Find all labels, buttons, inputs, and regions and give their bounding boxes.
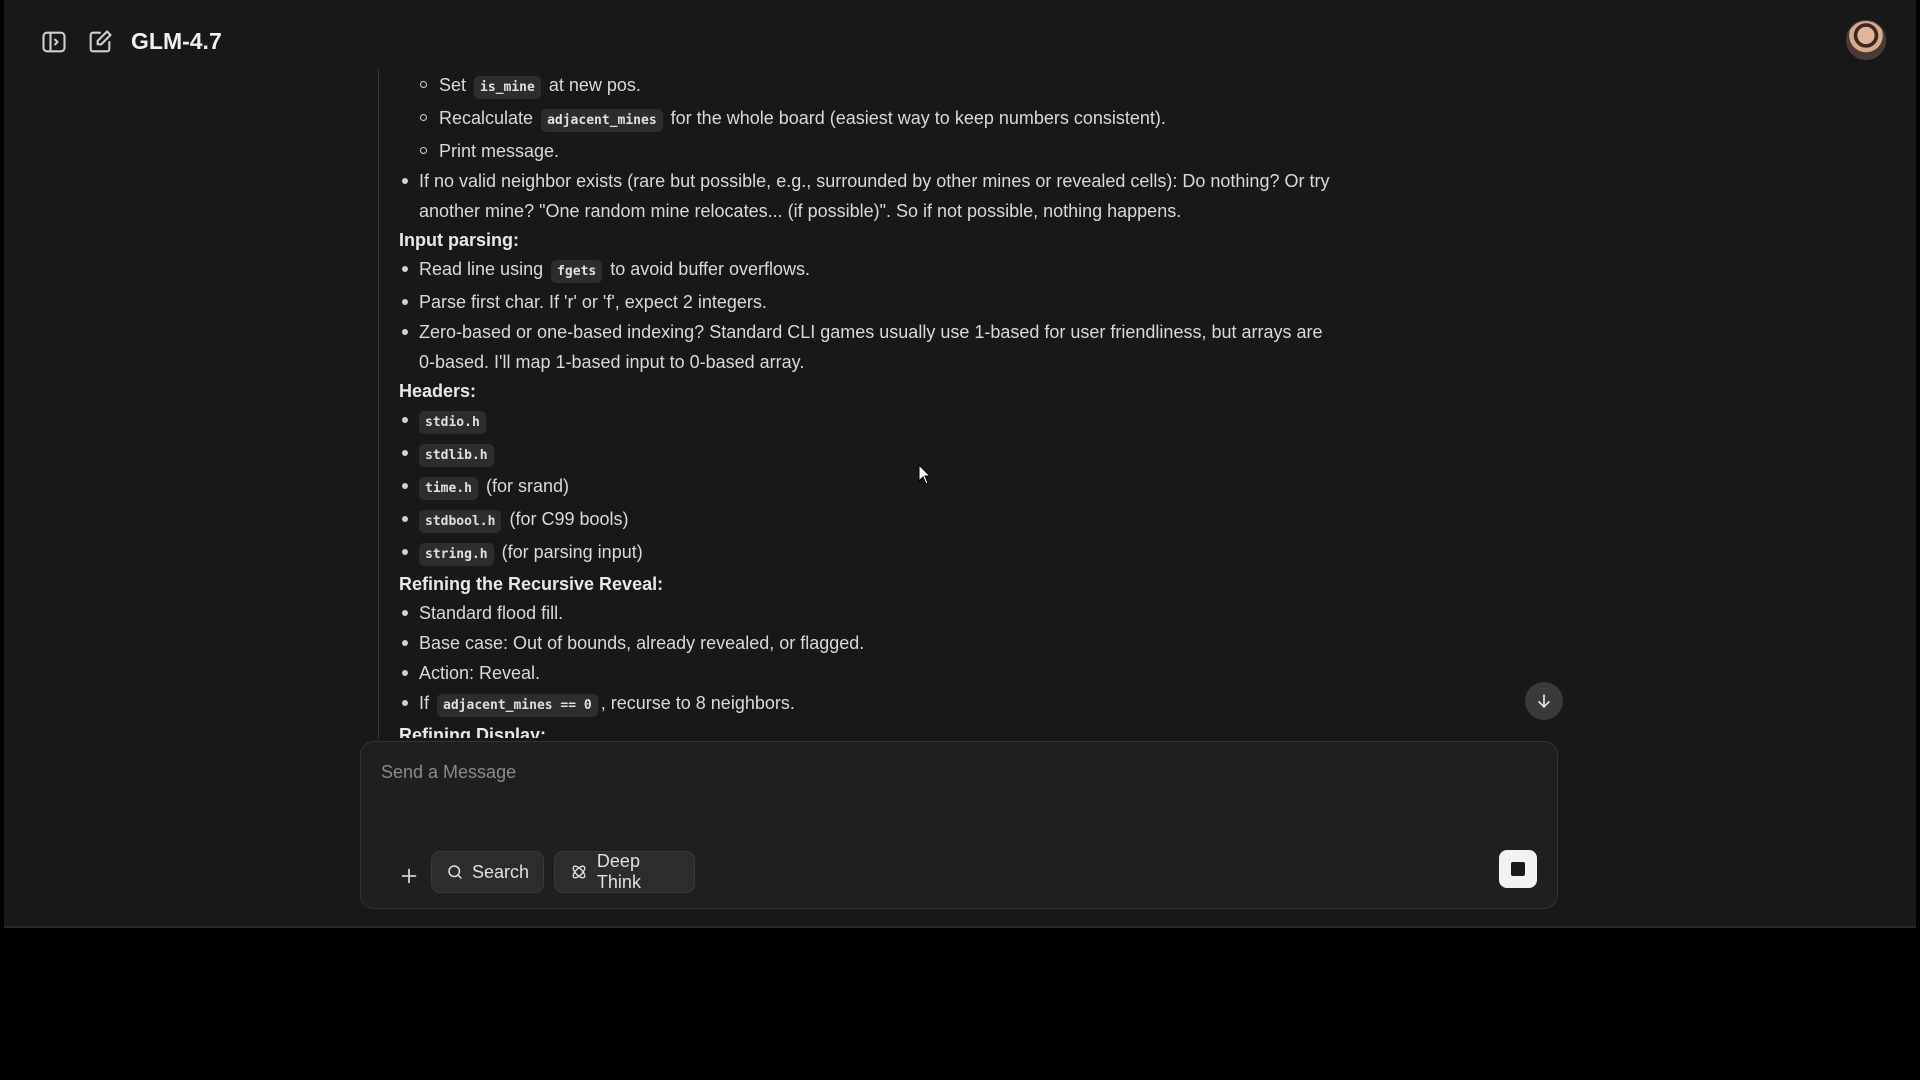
arrow-down-icon [1538, 694, 1550, 708]
item-text: Set [439, 75, 467, 95]
list-item: Read line using fgets to avoid buffer ov… [399, 254, 1339, 287]
list-item: Zero-based or one-based indexing? Standa… [399, 317, 1339, 377]
inline-code: stdio.h [419, 411, 486, 434]
message-input[interactable] [379, 760, 1533, 824]
inline-code: stdbool.h [419, 510, 502, 533]
section-heading: Headers: [399, 381, 477, 401]
item-text: If no valid neighbor exists (rare but po… [419, 171, 1330, 221]
list-item: stdio.h [399, 405, 1339, 438]
item-text: Parse first char. If 'r' or 'f', expect … [419, 292, 767, 312]
message-composer: Search Deep Think [360, 741, 1558, 909]
inline-code: stdlib.h [419, 444, 494, 467]
deep-think-button[interactable]: Deep Think [554, 851, 695, 893]
item-text: Zero-based or one-based indexing? Standa… [419, 322, 1323, 372]
model-selector[interactable]: GLM-4.7 [131, 28, 222, 55]
list-item: stdbool.h (for C99 bools) [399, 504, 1339, 537]
list-item: string.h (for parsing input) [399, 537, 1339, 570]
item-text: (for parsing input) [501, 542, 643, 562]
section-heading: Input parsing: [399, 230, 519, 250]
item-text: , recurse to 8 neighbors. [600, 693, 795, 713]
list-item: If no valid neighbor exists (rare but po… [399, 166, 1339, 226]
sub-list: Set is_mine at new pos. Recalculate adja… [399, 70, 1339, 226]
list-item: stdlib.h [399, 438, 1339, 471]
list-item: Parse first char. If 'r' or 'f', expect … [399, 287, 1339, 317]
inline-code: adjacent_mines == 0 [437, 694, 598, 717]
item-text: (for C99 bools) [509, 509, 629, 529]
atom-icon [572, 865, 586, 879]
item-text: Action: Reveal. [419, 663, 541, 683]
headers-list: stdio.h stdlib.h time.h (for srand) stdb… [399, 405, 1339, 570]
search-icon [448, 865, 462, 879]
search-label: Search [471, 861, 529, 882]
deep-think-label: Deep Think [596, 851, 641, 892]
add-attachment-button[interactable] [391, 858, 427, 894]
list-item: Action: Reveal. [399, 658, 1339, 688]
section-heading: Refining Display: [399, 725, 547, 738]
section-heading: Refining the Recursive Reveal: [399, 574, 664, 594]
item-text: Print message. [439, 141, 560, 161]
item-text: to avoid buffer overflows. [610, 259, 811, 279]
chat-thread[interactable]: Set is_mine at new pos. Recalculate adja… [378, 70, 1359, 738]
input-parsing-list: Read line using fgets to avoid buffer ov… [399, 254, 1339, 377]
item-text: for the whole board (easiest way to keep… [670, 108, 1166, 128]
list-item: If adjacent_mines == 0, recurse to 8 nei… [399, 688, 1339, 721]
item-text: Base case: Out of bounds, already reveal… [419, 633, 865, 653]
scroll-to-bottom-button[interactable] [1525, 682, 1563, 720]
mouse-cursor-icon [918, 464, 932, 485]
user-avatar[interactable] [1846, 20, 1886, 60]
inline-code: fgets [551, 260, 603, 283]
list-item: Set is_mine at new pos. [399, 70, 1339, 103]
list-item: Base case: Out of bounds, already reveal… [399, 628, 1339, 658]
list-item: Print message. [399, 136, 1339, 166]
item-text: at new pos. [548, 75, 641, 95]
search-button[interactable]: Search [431, 851, 544, 893]
item-text: Recalculate [439, 108, 534, 128]
inline-code: is_mine [474, 76, 541, 99]
stop-generation-button[interactable] [1499, 850, 1537, 888]
item-text: Read line using [419, 259, 544, 279]
list-item: Recalculate adjacent_mines for the whole… [399, 103, 1339, 136]
inline-code: string.h [419, 543, 494, 566]
list-item: time.h (for srand) [399, 471, 1339, 504]
sidebar-toggle-icon[interactable] [38, 26, 70, 58]
assistant-message: Set is_mine at new pos. Recalculate adja… [399, 70, 1339, 738]
stop-icon [1511, 862, 1525, 876]
item-text: If [419, 693, 430, 713]
list-item: Standard flood fill. [399, 598, 1339, 628]
inline-code: time.h [419, 477, 478, 500]
recursive-list: Standard flood fill. Base case: Out of b… [399, 598, 1339, 721]
inline-code: adjacent_mines [541, 109, 663, 132]
app-window: GLM-4.7 Set is_mine at new pos. Recalcul… [4, 0, 1916, 928]
new-chat-icon[interactable] [84, 26, 116, 58]
plus-icon [401, 868, 417, 884]
item-text: Standard flood fill. [419, 603, 564, 623]
item-text: (for srand) [485, 476, 570, 496]
